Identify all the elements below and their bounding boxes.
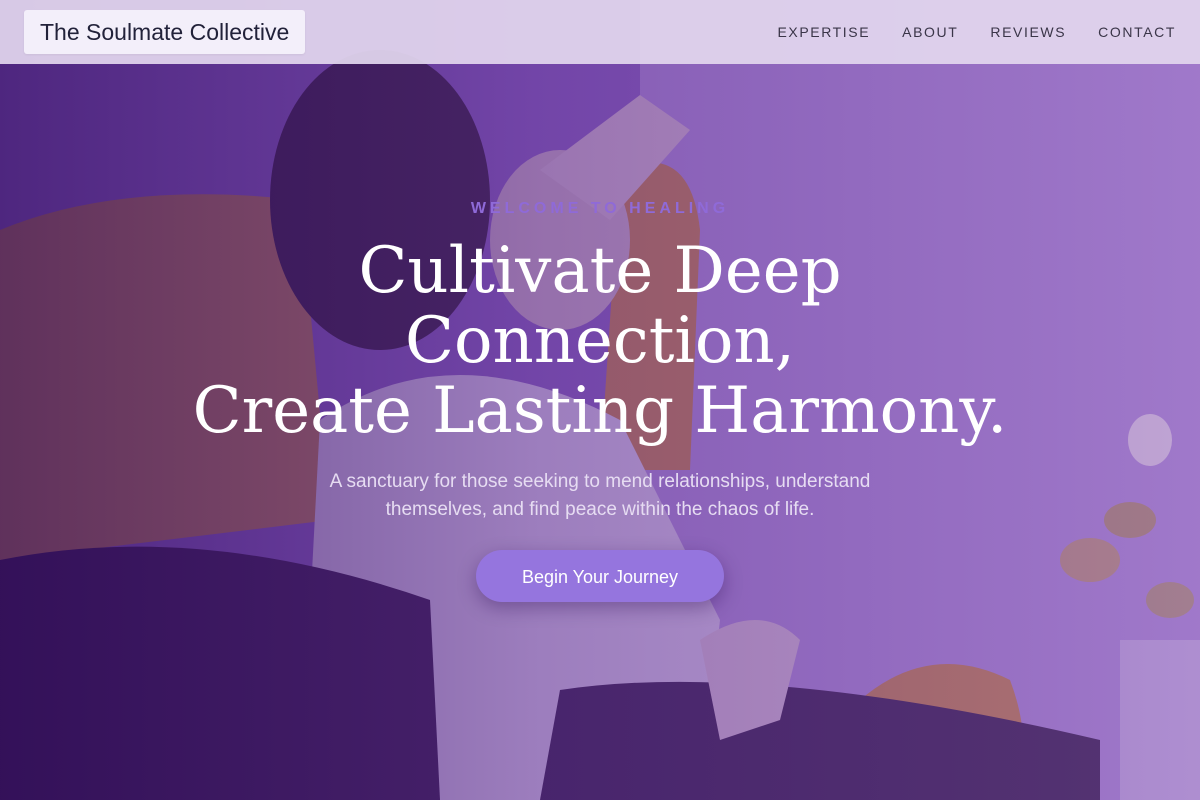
- hero-subtext: A sanctuary for those seeking to mend re…: [329, 471, 871, 520]
- hero-headline-line-2: Connection,: [405, 304, 795, 378]
- hero-headline: Cultivate Deep Connection, Create Lastin…: [0, 236, 1200, 446]
- begin-journey-button[interactable]: Begin Your Journey: [476, 550, 724, 602]
- hero-headline-line-1: Cultivate Deep: [358, 234, 842, 308]
- hero-section: WELCOME TO HEALING Cultivate Deep Connec…: [0, 196, 1200, 602]
- brand-logo[interactable]: The Soulmate Collective: [24, 10, 306, 54]
- nav-link-about[interactable]: ABOUT: [902, 24, 958, 40]
- site-header: The Soulmate Collective EXPERTISE ABOUT …: [0, 0, 1200, 64]
- nav-link-reviews[interactable]: REVIEWS: [990, 24, 1066, 40]
- main-nav: EXPERTISE ABOUT REVIEWS CONTACT: [777, 24, 1176, 40]
- hero-headline-line-3: Create Lasting Harmony.: [192, 374, 1008, 448]
- hero-eyebrow: WELCOME TO HEALING: [470, 200, 730, 217]
- nav-link-contact[interactable]: CONTACT: [1098, 24, 1176, 40]
- page: The Soulmate Collective EXPERTISE ABOUT …: [0, 0, 1200, 800]
- nav-link-expertise[interactable]: EXPERTISE: [777, 24, 870, 40]
